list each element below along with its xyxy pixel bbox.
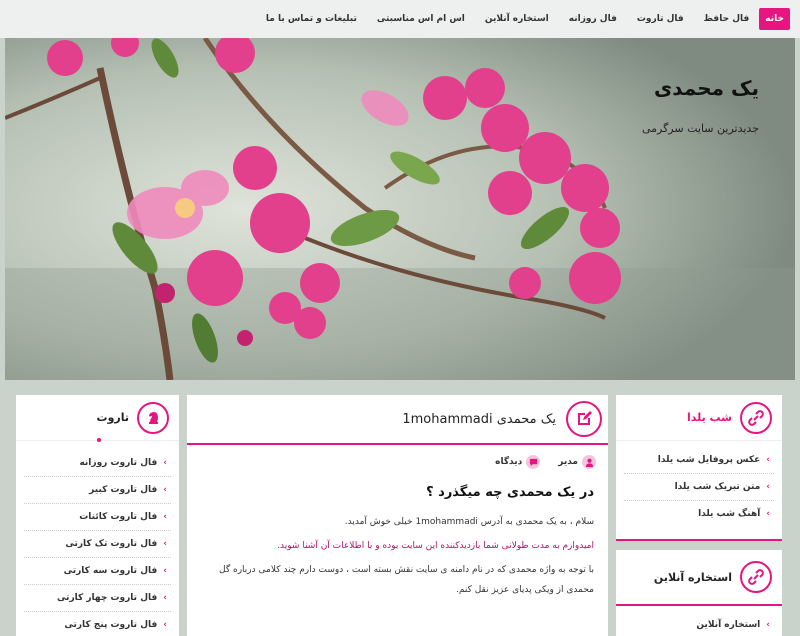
nav-sms[interactable]: اس ام اس مناسبتی (367, 8, 475, 30)
post-body: سلام ، به یک محمدی به آدرس 1mohammadi خی… (187, 500, 608, 600)
estekhare-panel-title: استخاره آنلاین (653, 570, 732, 584)
chevron-left-icon: › (163, 485, 167, 495)
tarot-item-label: فال تاروت چهار کارتی (56, 593, 158, 603)
title-dot (97, 438, 101, 442)
yalda-item-label: عکس پروفایل شب یلدا (657, 455, 761, 465)
nav-hafez[interactable]: فال حافظ (694, 8, 760, 30)
tarot-list: › فال تاروت روزانه › فال تاروت کبیر › فال ت… (16, 444, 179, 636)
meta-comments[interactable]: دیدگاه (495, 455, 541, 469)
tarot-daily-link[interactable]: › فال تاروت روزانه (24, 450, 171, 477)
yalda-panel-header: شب یلدا (616, 395, 782, 441)
tarot-panel-title: تاروت (96, 411, 129, 424)
tarot-item-label: فال تاروت روزانه (79, 458, 158, 468)
tarot-panel: تاروت › فال تاروت روزانه › فال تاروت کبیر … (16, 395, 179, 636)
tarot-item-label: فال تاروت تک کارتی (65, 539, 158, 549)
chevron-left-icon: › (766, 509, 770, 519)
tarot-item-label: فال تاروت کبیر (89, 485, 158, 495)
nav-estekhare[interactable]: استخاره آنلاین (475, 8, 559, 30)
meta-author[interactable]: مدیر (558, 455, 596, 469)
header-banner: یک محمدی جدیدترین سایت سرگرمی (5, 38, 795, 380)
chevron-left-icon: › (163, 593, 167, 603)
main-article: یک محمدی 1mohammadi مدیر دیدگاه در یک مح… (187, 395, 608, 636)
yalda-profile-link[interactable]: › عکس پروفایل شب یلدا (624, 447, 774, 474)
chevron-left-icon: › (163, 566, 167, 576)
tarot-item-label: فال تاروت پنج کارتی (64, 620, 158, 630)
chevron-left-icon: › (766, 620, 770, 630)
estekhare-item-label: استخاره آنلاین (696, 620, 761, 630)
chevron-left-icon: › (163, 512, 167, 522)
chevron-left-icon: › (163, 458, 167, 468)
tarot-panel-header: تاروت (16, 395, 179, 441)
post-heading[interactable]: در یک محمدی چه میگذرد ؟ (187, 469, 608, 500)
comment-icon (526, 455, 541, 469)
tarot-one-card-link[interactable]: › فال تاروت تک کارتی (24, 531, 171, 558)
estekhare-link[interactable]: › استخاره آنلاین (624, 612, 774, 636)
tarot-item-label: فال تاروت کائنات (79, 512, 158, 522)
post-paragraph-1: سلام ، به یک محمدی به آدرس 1mohammadi خی… (344, 517, 594, 527)
nav-daily[interactable]: فال روزانه (559, 8, 627, 30)
chevron-left-icon: › (163, 539, 167, 549)
tarot-kaenat-link[interactable]: › فال تاروت کائنات (24, 504, 171, 531)
edit-icon (566, 401, 602, 437)
yalda-text-link[interactable]: › متن تبریک شب یلدا (624, 474, 774, 501)
chess-knight-icon (137, 401, 169, 434)
yalda-panel: شب یلدا › عکس پروفایل شب یلدا › متن تبریک … (616, 395, 782, 541)
yalda-panel-title: شب یلدا (686, 411, 732, 424)
tarot-kabir-link[interactable]: › فال تاروت کبیر (24, 477, 171, 504)
article-meta: مدیر دیدگاه (187, 445, 608, 469)
article-title[interactable]: یک محمدی 1mohammadi (402, 412, 556, 427)
yalda-item-label: متن تبریک شب یلدا (674, 482, 761, 492)
chevron-left-icon: › (766, 455, 770, 465)
site-tagline: جدیدترین سایت سرگرمی (641, 122, 759, 135)
nav-home[interactable]: خانه (759, 8, 790, 30)
top-navigation: خانه فال حافظ فال تاروت فال روزانه استخا… (0, 0, 800, 38)
estekhare-panel-header: استخاره آنلاین (616, 550, 782, 606)
tarot-five-card-link[interactable]: › فال تاروت پنج کارتی (24, 612, 171, 636)
yalda-item-label: آهنگ شب یلدا (698, 509, 761, 519)
user-icon (582, 455, 596, 469)
tarot-four-card-link[interactable]: › فال تاروت چهار کارتی (24, 585, 171, 612)
tarot-item-label: فال تاروت سه کارتی (63, 566, 158, 576)
article-header: یک محمدی 1mohammadi (187, 395, 608, 445)
meta-author-label: مدیر (558, 457, 578, 467)
tarot-three-card-link[interactable]: › فال تاروت سه کارتی (24, 558, 171, 585)
link-icon (740, 401, 772, 434)
estekhare-panel: استخاره آنلاین › استخاره آنلاین (616, 550, 782, 636)
post-paragraph-2: امیدوارم به مدت طولانی شما بازدیدکننده ا… (277, 541, 594, 551)
nav-contact[interactable]: تبلیغات و تماس با ما (256, 8, 367, 30)
chevron-left-icon: › (163, 620, 167, 630)
yalda-list: ›عکس پروفایل شب یلدا ›متن تبریک شب یلدا … (616, 441, 782, 528)
chevron-left-icon: › (766, 482, 770, 492)
estekhare-list: › استخاره آنلاین (616, 606, 782, 636)
yalda-song-link[interactable]: › آهنگ شب یلدا (624, 501, 774, 528)
meta-comments-label: دیدگاه (495, 457, 523, 467)
nav-tarot[interactable]: فال تاروت (627, 8, 694, 30)
link-icon (740, 561, 772, 593)
post-paragraph-3: با توجه به واژه محمدی که در نام دامنه ی … (219, 565, 594, 595)
site-title[interactable]: یک محمدی (654, 76, 759, 100)
